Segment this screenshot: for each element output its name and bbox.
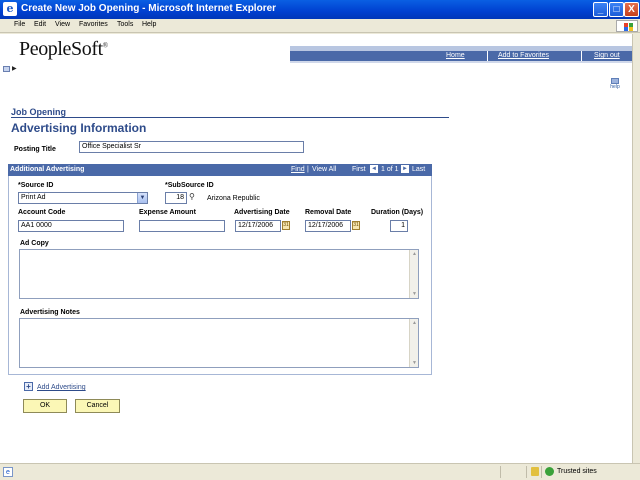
add-row-icon[interactable]: +: [24, 382, 33, 391]
security-zone: Trusted sites: [557, 468, 597, 475]
page-scrollbar[interactable]: [632, 34, 640, 463]
arrow-right-icon[interactable]: ▶: [12, 65, 17, 72]
subsource-description: Arizona Republic: [207, 195, 260, 202]
sign-out-link[interactable]: Sign out: [594, 52, 620, 59]
maximize-button[interactable]: □: [609, 2, 624, 17]
source-id-label: *Source ID: [18, 182, 54, 189]
previous-arrow-icon[interactable]: ◄: [370, 165, 378, 173]
calendar-icon[interactable]: 31: [282, 221, 290, 230]
grid-title: Additional Advertising: [10, 166, 85, 173]
source-id-value: Print Ad: [21, 194, 46, 201]
status-bar: e Trusted sites: [0, 463, 640, 480]
scroll-down-icon[interactable]: ▼: [412, 360, 417, 366]
posting-title-input[interactable]: Office Specialist Sr: [79, 141, 304, 153]
textarea-scrollbar[interactable]: ▲ ▼: [409, 250, 418, 298]
removal-date-input[interactable]: 12/17/2006: [305, 220, 351, 232]
first-link[interactable]: First: [352, 166, 366, 173]
ad-copy-textarea[interactable]: ▲ ▼: [19, 249, 419, 299]
trusted-sites-icon: [545, 467, 554, 476]
nav-separator: [581, 51, 582, 61]
menu-help[interactable]: Help: [142, 21, 156, 28]
help-icon[interactable]: help: [610, 78, 620, 90]
menu-bar: File Edit View Favorites Tools Help: [0, 19, 640, 33]
duration-days-input[interactable]: 1: [390, 220, 408, 232]
menu-view[interactable]: View: [55, 21, 70, 28]
last-link[interactable]: Last: [412, 166, 425, 173]
grid-header: Additional Advertising Find | View All F…: [8, 164, 432, 176]
posting-title-label: Posting Title: [14, 146, 56, 153]
advertising-date-input[interactable]: 12/17/2006: [235, 220, 281, 232]
close-button[interactable]: X: [624, 2, 639, 17]
scroll-up-icon[interactable]: ▲: [412, 251, 417, 257]
removal-date-label: Removal Date: [305, 209, 352, 216]
section-divider: [11, 117, 449, 118]
subsource-id-input[interactable]: 18: [165, 192, 187, 204]
page-title: Advertising Information: [11, 121, 147, 135]
page-content: PeopleSoft® Home Add to Favorites Sign o…: [0, 34, 632, 463]
chevron-down-icon[interactable]: ▼: [137, 193, 147, 203]
cancel-button[interactable]: Cancel: [75, 399, 120, 413]
advertising-notes-textarea[interactable]: ▲ ▼: [19, 318, 419, 368]
menu-favorites[interactable]: Favorites: [79, 21, 108, 28]
home-link[interactable]: Home: [446, 52, 465, 59]
next-arrow-icon[interactable]: ►: [401, 165, 409, 173]
peoplesoft-logo: PeopleSoft®: [19, 38, 108, 60]
status-separator: [500, 466, 501, 478]
account-code-label: Account Code: [18, 209, 66, 216]
subsource-id-label: *SubSource ID: [165, 182, 214, 189]
expense-amount-input[interactable]: [139, 220, 225, 232]
scroll-down-icon[interactable]: ▼: [412, 291, 417, 297]
lookup-search-icon[interactable]: ⚲: [189, 192, 195, 201]
menu-file[interactable]: File: [14, 21, 25, 28]
nav-underline: [290, 61, 632, 63]
expense-amount-label: Expense Amount: [139, 209, 196, 216]
source-id-select[interactable]: Print Ad ▼: [18, 192, 148, 204]
grid-separator: |: [307, 166, 309, 173]
account-code-input[interactable]: AA1 0000: [18, 220, 124, 232]
duration-days-label: Duration (Days): [371, 209, 424, 216]
row-count: 1 of 1: [381, 166, 399, 173]
menu-collapse-icon[interactable]: [3, 66, 10, 72]
advertising-notes-label: Advertising Notes: [20, 309, 80, 316]
title-bar: e Create New Job Opening - Microsoft Int…: [0, 0, 640, 19]
find-link[interactable]: Find: [291, 166, 305, 173]
view-all-link[interactable]: View All: [312, 166, 336, 173]
add-advertising-link[interactable]: Add Advertising: [37, 384, 86, 391]
page-status-icon: e: [3, 467, 13, 477]
section-title: Job Opening: [11, 107, 66, 117]
ad-copy-label: Ad Copy: [20, 240, 49, 247]
window-title: Create New Job Opening - Microsoft Inter…: [21, 3, 277, 14]
windows-logo-icon: [616, 20, 638, 32]
advertising-date-label: Advertising Date: [234, 209, 290, 216]
calendar-icon[interactable]: 31: [352, 221, 360, 230]
menu-tools[interactable]: Tools: [117, 21, 133, 28]
nav-separator: [487, 51, 488, 61]
lock-icon: [531, 467, 539, 476]
status-separator: [541, 466, 542, 478]
textarea-scrollbar[interactable]: ▲ ▼: [409, 319, 418, 367]
menu-edit[interactable]: Edit: [34, 21, 46, 28]
ie-icon: e: [3, 2, 17, 16]
scroll-up-icon[interactable]: ▲: [412, 320, 417, 326]
minimize-button[interactable]: _: [593, 2, 608, 17]
ok-button[interactable]: OK: [23, 399, 67, 413]
status-separator: [526, 466, 527, 478]
add-to-favorites-link[interactable]: Add to Favorites: [498, 52, 549, 59]
